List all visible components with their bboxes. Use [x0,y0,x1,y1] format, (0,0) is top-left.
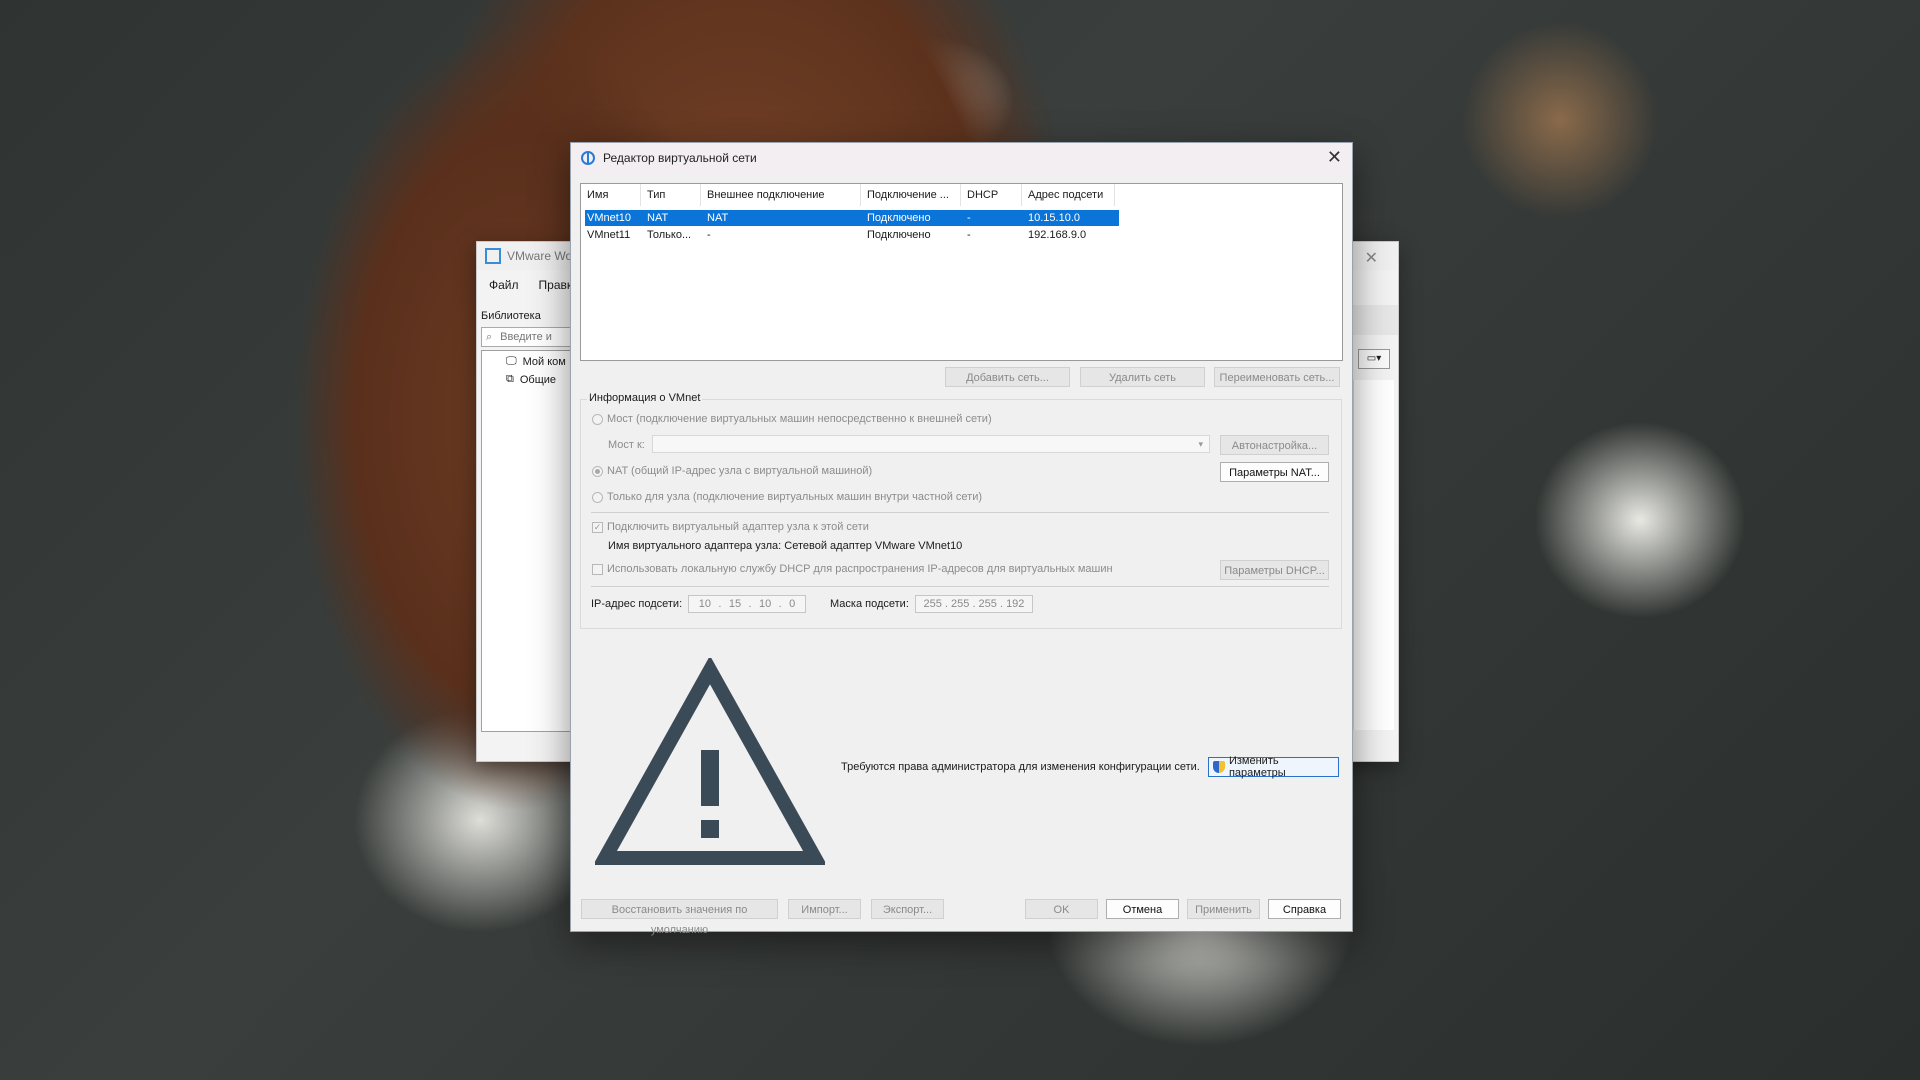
library-search-placeholder: Введите и [500,331,552,343]
chevron-down-icon: ▾ [1198,439,1203,449]
cell-host-connection: Подключено [867,212,931,224]
column-header-external[interactable]: Внешнее подключение [701,184,861,206]
close-icon[interactable]: ✕ [1327,147,1342,168]
virtual-network-editor-dialog: Редактор виртуальной сети ✕ Имя Тип Внеш… [570,142,1353,936]
auto-settings-button[interactable]: Автонастройка... [1220,435,1329,455]
tree-item-label: Мой ком [522,355,566,368]
host-only-radio-label: Только для узла (подключение виртуальных… [607,491,983,503]
network-table: Имя Тип Внешнее подключение Подключение … [580,183,1343,361]
search-icon: ⌕ [486,330,493,343]
cell-dhcp: - [967,229,971,241]
cell-type: NAT [647,212,669,224]
vmware-logo-icon [485,248,501,264]
library-label: Библиотека [481,310,541,322]
octet-dot: . [972,598,976,610]
close-icon[interactable]: ✕ [1365,248,1378,268]
vmware-menubar: Файл Правка [477,278,579,292]
cell-subnet: 10.15.10.0 [1028,212,1080,224]
change-settings-label: Изменить параметры [1228,755,1286,779]
add-network-button[interactable]: Добавить сеть... [945,367,1070,387]
subnet-ip-field[interactable]: 10. 15. 10. 0 [688,595,806,613]
cell-name: VMnet11 [587,229,631,241]
cell-host-connection: Подключено [867,229,931,241]
vmnet-info-label: Информация о VMnet [587,392,703,404]
apply-button[interactable]: Применить [1187,899,1260,919]
view-mode-dropdown[interactable]: ▭▾ [1358,349,1390,369]
tree-item-my-computer[interactable]: 🖵 Мой ком [506,355,566,368]
globe-icon [581,151,595,165]
column-header-host-connection[interactable]: Подключение ... [861,184,961,206]
column-header-name[interactable]: Имя [581,184,641,206]
mask-octet: 255 [951,598,970,610]
octet-dot: . [999,598,1004,610]
computer-icon: 🖵 [506,355,517,367]
ip-octet: 10 [698,598,711,610]
table-row[interactable]: VMnet11 Только... - Подключено - 192.168… [585,227,1119,243]
mask-octet: 255 [923,598,942,610]
mask-octet: 255 [978,598,997,610]
tree-item-label: Общие [519,373,557,386]
octet-dot: . [944,598,948,610]
octet-dot: . [718,598,722,610]
bridge-radio[interactable] [592,414,603,425]
restore-defaults-button[interactable]: Восстановить значения по умолчанию [581,899,778,936]
cell-external: NAT [707,212,729,224]
ip-octet: 0 [789,598,796,610]
connect-adapter-checkbox[interactable]: ✓ [592,522,603,533]
column-header-subnet[interactable]: Адрес подсети [1022,184,1115,206]
nat-radio-label: NAT (общий IP-адрес узла с виртуальной м… [607,465,873,477]
vmware-window-title: VMware Wo [507,249,573,263]
change-settings-button[interactable]: Изменить параметры [1208,755,1339,779]
import-button[interactable]: Импорт... [788,899,861,919]
uac-shield-icon [1213,761,1225,773]
column-header-type[interactable]: Тип [641,184,701,206]
nat-radio[interactable] [592,466,603,477]
adapter-name-text: Имя виртуального адаптера узла: Сетевой … [608,540,963,552]
dhcp-settings-button[interactable]: Параметры DHCP... [1220,560,1329,580]
cell-subnet: 192.168.9.0 [1028,229,1087,241]
use-dhcp-checkbox[interactable] [592,564,603,575]
toolbar-strip [1353,305,1398,335]
cell-dhcp: - [967,212,971,224]
octet-dot: . [748,598,752,610]
ip-octet: 10 [758,598,772,610]
subnet-mask-field[interactable]: 255. 255. 255. 192 [915,595,1033,613]
cancel-button[interactable]: Отмена [1106,899,1179,919]
warning-icon [595,658,825,865]
connect-adapter-label: Подключить виртуальный адаптер узла к эт… [607,521,869,533]
export-button[interactable]: Экспорт... [871,899,944,919]
bridge-to-dropdown[interactable]: ▾ [652,435,1210,453]
rename-network-button[interactable]: Переименовать сеть... [1214,367,1340,387]
octet-dot: . [778,598,782,610]
subnet-mask-label: Маска подсети: [830,598,909,610]
remove-network-button[interactable]: Удалить сеть [1080,367,1205,387]
use-dhcp-label: Использовать локальную службу DHCP для р… [607,563,1113,575]
tree-item-shared[interactable]: ⧉ Общие [506,373,556,386]
mask-octet: 192 [1006,598,1025,610]
ip-octet: 15 [728,598,742,610]
dialog-titlebar: Редактор виртуальной сети ✕ [571,143,1352,173]
separator [591,586,1329,587]
dialog-title: Редактор виртуальной сети [603,151,757,165]
subnet-ip-label: IP-адрес подсети: [591,598,683,610]
vmware-content-area [1353,380,1394,730]
cell-name: VMnet10 [587,212,632,224]
ok-button[interactable]: OK [1025,899,1098,919]
cell-type: Только... [647,229,692,241]
bridge-to-label: Мост к: [608,439,645,451]
host-only-radio[interactable] [592,492,603,503]
cell-external: - [707,229,711,241]
admin-required-message: Требуются права администратора для измен… [841,761,1200,773]
column-header-dhcp[interactable]: DHCP [961,184,1022,206]
bridge-radio-label: Мост (подключение виртуальных машин непо… [607,413,992,425]
table-row[interactable]: VMnet10 NAT NAT Подключено - 10.15.10.0 [585,210,1119,226]
shared-vms-icon: ⧉ [506,373,514,385]
table-header: Имя Тип Внешнее подключение Подключение … [581,184,1115,206]
help-button[interactable]: Справка [1268,899,1341,919]
nat-settings-button[interactable]: Параметры NAT... [1220,462,1329,482]
separator [591,512,1329,513]
menu-file[interactable]: Файл [489,278,519,292]
